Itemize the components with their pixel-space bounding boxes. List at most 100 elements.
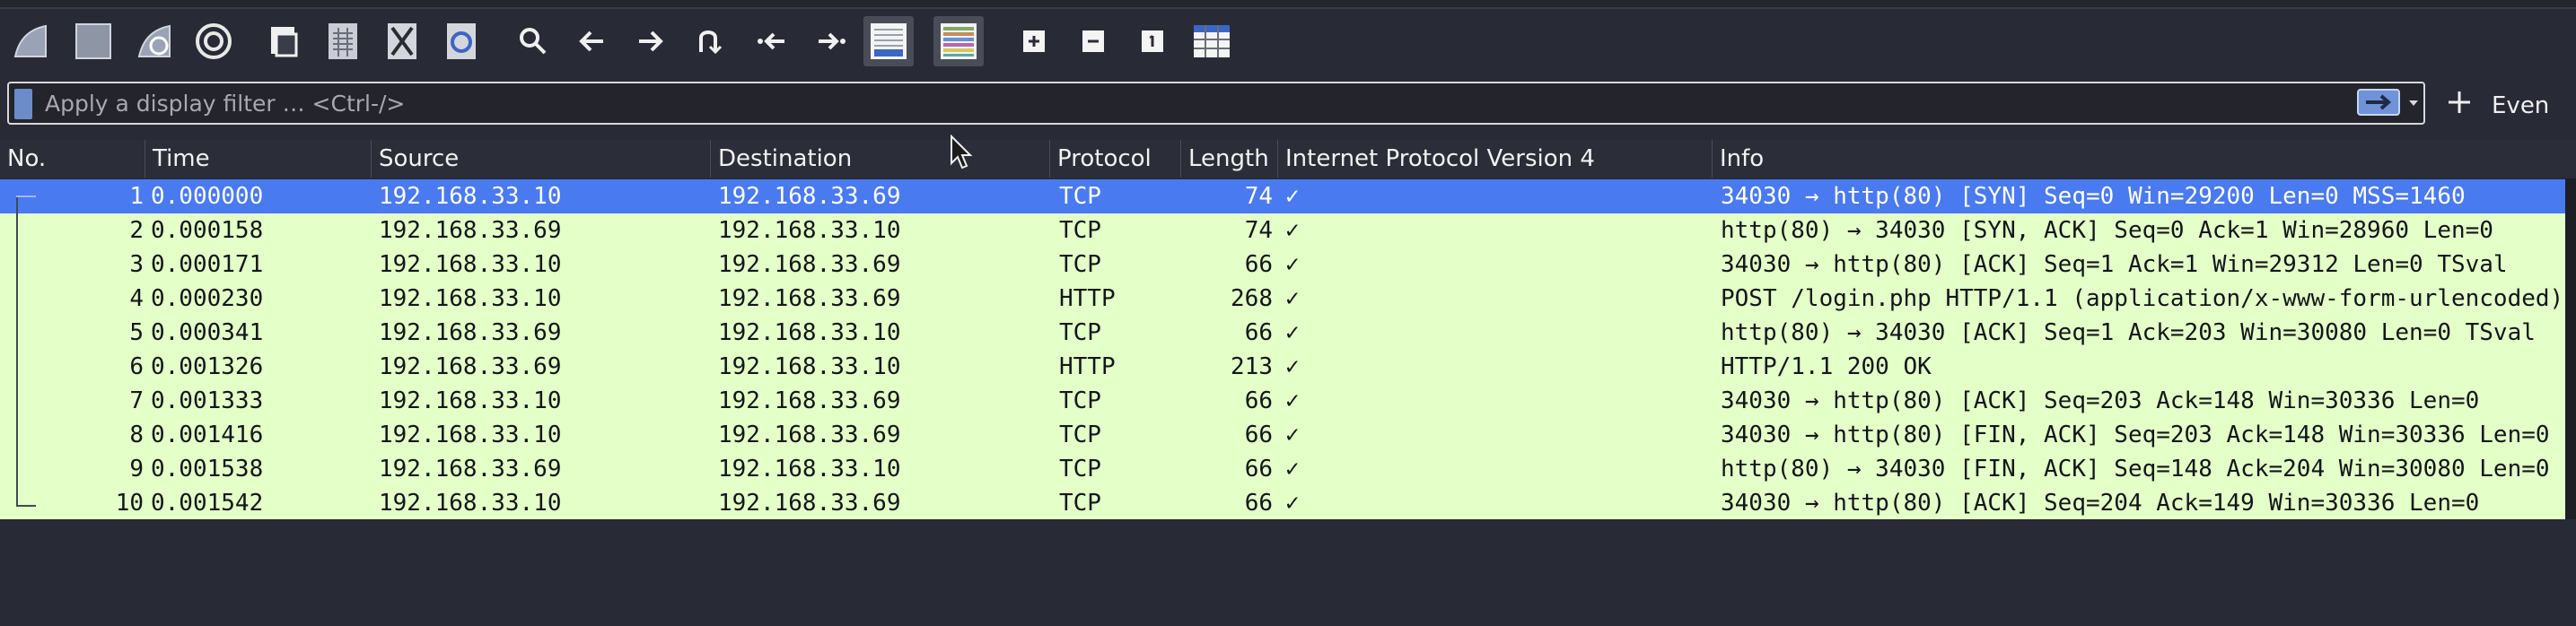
first-packet-icon[interactable]: [749, 18, 795, 65]
open-file-icon[interactable]: [260, 18, 307, 65]
filter-history-chevron-down-icon[interactable]: [2407, 89, 2420, 117]
column-header-protocol[interactable]: Protocol: [1050, 140, 1181, 178]
filter-bookmark-icon[interactable]: [14, 89, 32, 119]
colorize-icon[interactable]: [933, 16, 984, 66]
packet-ipv4-check-icon: ✓: [1285, 490, 1300, 517]
packet-list-scrollbar[interactable]: [2565, 178, 2576, 519]
packet-source: 192.168.33.10: [379, 387, 562, 414]
autoscroll-icon[interactable]: [863, 16, 914, 66]
apply-filter-arrow-icon[interactable]: [2355, 87, 2402, 117]
save-file-icon[interactable]: [320, 18, 366, 65]
packet-ipv4-check-icon: ✓: [1285, 319, 1300, 346]
packet-destination: 192.168.33.69: [718, 490, 901, 517]
packet-time: 0.000158: [151, 217, 264, 244]
packet-no: 6: [129, 353, 144, 380]
add-filter-button-plus-icon[interactable]: [2440, 83, 2479, 122]
packet-destination: 192.168.33.10: [718, 217, 901, 244]
mouse-pointer-icon: [950, 134, 973, 174]
packet-protocol: TCP: [1059, 251, 1101, 278]
packet-row[interactable]: 7 0.001333 192.168.33.10 192.168.33.69 TCP 66…: [0, 384, 2565, 418]
packet-time: 0.000341: [151, 319, 264, 346]
column-header-length[interactable]: Length: [1181, 140, 1278, 178]
packet-row[interactable]: 9 0.001538 192.168.33.69 192.168.33.10 TCP 66…: [0, 452, 2565, 486]
packet-no: 5: [129, 319, 144, 346]
packet-info: http(80) → 34030 [FIN, ACK] Seq=148 Ack=…: [1721, 456, 2550, 483]
packet-row[interactable]: 4 0.000230 192.168.33.10 192.168.33.69 HTTP 2…: [0, 282, 2565, 316]
reload-file-icon[interactable]: [438, 18, 485, 65]
conversation-tree-line: [16, 196, 18, 507]
packet-row[interactable]: 10 0.001542 192.168.33.10 192.168.33.69 TCP 6…: [0, 486, 2565, 520]
packet-ipv4-check-icon: ✓: [1285, 285, 1300, 312]
packet-info: 34030 → http(80) [ACK] Seq=204 Ack=149 W…: [1721, 490, 2480, 517]
packet-protocol: TCP: [1059, 456, 1101, 483]
packet-destination: 192.168.33.69: [718, 387, 901, 414]
packet-list-empty-area: [0, 519, 2576, 626]
go-back-icon[interactable]: [569, 18, 616, 65]
packet-no: 9: [129, 456, 144, 483]
packet-protocol: TCP: [1059, 490, 1101, 517]
packet-info: 34030 → http(80) [FIN, ACK] Seq=203 Ack=…: [1721, 422, 2550, 448]
packet-protocol: TCP: [1059, 422, 1101, 448]
filter-expression-button[interactable]: Even: [2492, 88, 2549, 124]
packet-no: 8: [129, 422, 144, 448]
packet-source: 192.168.33.10: [379, 490, 562, 517]
column-header-ipv4[interactable]: Internet Protocol Version 4: [1278, 140, 1713, 178]
column-header-info[interactable]: Info: [1713, 140, 2576, 178]
packet-row[interactable]: 2 0.000158 192.168.33.69 192.168.33.10 TCP 74…: [0, 213, 2565, 248]
packet-length: 66: [1244, 422, 1273, 448]
packet-protocol: TCP: [1059, 387, 1101, 414]
packet-row[interactable]: 5 0.000341 192.168.33.69 192.168.33.10 TCP 66…: [0, 316, 2565, 350]
conversation-tree-start: [16, 196, 36, 197]
packet-source: 192.168.33.10: [379, 251, 562, 278]
packet-source: 192.168.33.10: [379, 183, 562, 210]
packet-time: 0.001326: [151, 353, 264, 380]
column-header-source[interactable]: Source: [372, 140, 711, 178]
packet-length: 74: [1244, 183, 1273, 210]
packet-length: 66: [1244, 319, 1273, 346]
packet-row[interactable]: 6 0.001326 192.168.33.69 192.168.33.10 HTTP 2…: [0, 350, 2565, 384]
packet-length: 66: [1244, 387, 1273, 414]
restart-capture-icon[interactable]: [131, 18, 178, 65]
packet-row[interactable]: 8 0.001416 192.168.33.10 192.168.33.69 TCP 66…: [0, 418, 2565, 452]
resize-columns-icon[interactable]: [1188, 18, 1235, 65]
packet-time: 0.001538: [151, 456, 264, 483]
conversation-tree-end: [16, 505, 36, 507]
capture-options-icon[interactable]: [190, 18, 237, 65]
normal-size-icon[interactable]: [1129, 18, 1176, 65]
start-capture-icon[interactable]: [7, 18, 54, 65]
packet-destination: 192.168.33.69: [718, 285, 901, 312]
find-packet-icon[interactable]: [510, 18, 556, 65]
packet-length: 213: [1231, 353, 1273, 380]
packet-length: 66: [1244, 251, 1273, 278]
packet-no: 2: [129, 217, 144, 244]
packet-list-header: No. Time Source Destination Protocol Len…: [0, 140, 2576, 178]
go-to-packet-icon[interactable]: [686, 18, 732, 65]
column-header-destination[interactable]: Destination: [711, 140, 1050, 178]
packet-no: 4: [129, 285, 144, 312]
last-packet-icon[interactable]: [808, 18, 854, 65]
packet-protocol: HTTP: [1059, 353, 1116, 380]
packet-length: 268: [1231, 285, 1273, 312]
zoom-in-icon[interactable]: [1011, 18, 1057, 65]
column-header-time[interactable]: Time: [145, 140, 372, 178]
packet-time: 0.001542: [151, 490, 264, 517]
zoom-out-icon[interactable]: [1070, 18, 1117, 65]
packet-ipv4-check-icon: ✓: [1285, 217, 1300, 244]
display-filter-bar: [7, 82, 2425, 125]
packet-destination: 192.168.33.10: [718, 319, 901, 346]
stop-capture-icon[interactable]: [70, 18, 117, 65]
packet-time: 0.000171: [151, 251, 264, 278]
display-filter-input[interactable]: [45, 87, 2325, 119]
packet-no: 3: [129, 251, 144, 278]
close-file-icon[interactable]: [379, 18, 425, 65]
packet-row[interactable]: 3 0.000171 192.168.33.10 192.168.33.69 TCP 66…: [0, 248, 2565, 282]
packet-protocol: TCP: [1059, 319, 1101, 346]
column-header-no[interactable]: No.: [0, 140, 145, 178]
packet-info: 34030 → http(80) [ACK] Seq=1 Ack=1 Win=2…: [1721, 251, 2508, 278]
go-forward-icon[interactable]: [626, 18, 673, 65]
packet-no: 10: [115, 490, 144, 517]
packet-ipv4-check-icon: ✓: [1285, 387, 1300, 414]
packet-row[interactable]: 1 0.000000 192.168.33.10 192.168.33.69 TCP 74…: [0, 179, 2565, 213]
packet-time: 0.001333: [151, 387, 264, 414]
packet-time: 0.001416: [151, 422, 264, 448]
